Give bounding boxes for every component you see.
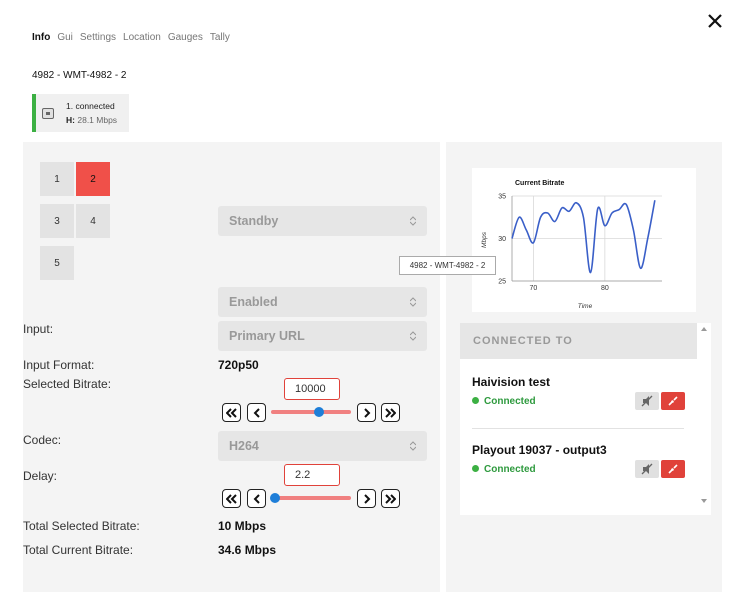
tab-gauges[interactable]: Gauges — [168, 32, 203, 43]
tab-gui[interactable]: Gui — [57, 32, 73, 43]
disconnect-icon — [668, 396, 678, 406]
output-name: Playout 19037 - output3 — [472, 443, 607, 457]
chart-y-tick-label: 25 — [498, 279, 506, 286]
double-chevron-left-icon — [226, 407, 237, 418]
mute-output-button[interactable] — [635, 392, 659, 410]
total-current-bitrate-label: Total Current Bitrate: — [23, 543, 134, 557]
chart-x-tick-label: 80 — [601, 285, 609, 292]
total-selected-bitrate-label: Total Selected Bitrate: — [23, 519, 140, 533]
codec-select[interactable]: H264 — [218, 431, 427, 461]
chevron-right-icon — [363, 407, 370, 418]
close-button[interactable] — [704, 10, 726, 32]
bitrate-chart: Current Bitrate Mbps Time 25 30 35 70 80 — [472, 168, 696, 312]
status-dot-icon — [472, 465, 479, 472]
chart-x-tick-label: 70 — [530, 285, 538, 292]
tab-bar: Info Gui Settings Location Gauges Tally — [32, 32, 230, 43]
input-format-label: Input Format: — [23, 358, 95, 372]
delay-increase-button[interactable] — [357, 489, 376, 508]
codec-label: Codec: — [23, 433, 62, 447]
channel-button-4[interactable]: 4 — [76, 204, 110, 238]
connected-to-header: CONNECTED TO — [460, 323, 697, 359]
codec-select-value: H264 — [229, 439, 259, 453]
double-chevron-right-icon — [385, 493, 396, 504]
input-select-value: Primary URL — [229, 329, 305, 343]
output-status: Connected — [472, 396, 536, 407]
bitrate-decrease-button[interactable] — [247, 403, 266, 422]
delay-slider-thumb[interactable] — [270, 493, 280, 503]
select-arrows-icon — [410, 331, 416, 341]
bitrate-prefix: H: — [66, 115, 75, 125]
device-title: 4982 - WMT-4982 - 2 — [32, 70, 127, 81]
disconnect-output-button[interactable] — [661, 460, 685, 478]
mute-output-button[interactable] — [635, 460, 659, 478]
output-name: Haivision test — [472, 375, 551, 389]
connected-to-scrollbar[interactable] — [697, 323, 711, 515]
chart-title: Current Bitrate — [515, 180, 565, 187]
select-arrows-icon — [410, 441, 416, 451]
bitrate-fast-increase-button[interactable] — [381, 403, 400, 422]
bitrate-slider-track[interactable] — [271, 410, 351, 414]
bitrate-slider-thumb[interactable] — [314, 407, 324, 417]
device-tooltip: 4982 - WMT-4982 - 2 — [399, 256, 496, 275]
connection-name: 1. connected — [66, 101, 115, 111]
total-current-bitrate-value: 34.6 Mbps — [218, 543, 277, 557]
select-arrows-icon — [410, 297, 416, 307]
close-icon — [708, 14, 722, 28]
chart-y-tick-label: 35 — [498, 194, 506, 201]
tab-tally[interactable]: Tally — [210, 32, 230, 43]
output-status-text: Connected — [484, 464, 536, 475]
tab-location[interactable]: Location — [123, 32, 161, 43]
channel-button-2[interactable]: 2 — [76, 162, 110, 196]
connection-bitrate: H: 28.1 Mbps — [66, 115, 117, 125]
delay-fast-decrease-button[interactable] — [222, 489, 241, 508]
chart-y-tick-label: 30 — [498, 236, 506, 243]
channel-button-5[interactable]: 5 — [40, 246, 74, 280]
input-label: Input: — [23, 322, 54, 336]
enabled-select-value: Enabled — [229, 295, 278, 309]
chevron-right-icon — [363, 493, 370, 504]
select-arrows-icon — [410, 216, 416, 226]
bitrate-input[interactable]: 10000 — [284, 378, 340, 400]
channel-button-1[interactable]: 1 — [40, 162, 74, 196]
delay-label: Delay: — [23, 469, 58, 483]
disconnect-output-button[interactable] — [661, 392, 685, 410]
tab-info[interactable]: Info — [32, 32, 50, 43]
bitrate-value: 28.1 Mbps — [77, 115, 118, 125]
selected-bitrate-label: Selected Bitrate: — [23, 377, 112, 391]
device-icon — [42, 108, 54, 119]
delay-fast-increase-button[interactable] — [381, 489, 400, 508]
input-format-value: 720p50 — [218, 358, 259, 372]
delay-decrease-button[interactable] — [247, 489, 266, 508]
chevron-left-icon — [253, 407, 260, 418]
mute-icon — [641, 395, 653, 407]
scroll-down-icon[interactable] — [701, 499, 707, 503]
delay-slider-track[interactable] — [271, 496, 351, 500]
chart-x-axis-label: Time — [578, 303, 593, 310]
channel-button-3[interactable]: 3 — [40, 204, 74, 238]
delay-input[interactable]: 2.2 — [284, 464, 340, 486]
double-chevron-left-icon — [226, 493, 237, 504]
tab-settings[interactable]: Settings — [80, 32, 116, 43]
connection-card[interactable]: 1. connected H: 28.1 Mbps — [32, 94, 129, 132]
status-dot-icon — [472, 397, 479, 404]
bitrate-chart-svg: Current Bitrate Mbps Time 25 30 35 70 80 — [481, 180, 662, 310]
chart-y-axis-label: Mbps — [481, 231, 488, 248]
output-status-text: Connected — [484, 396, 536, 407]
total-selected-bitrate-value: 10 Mbps — [218, 519, 267, 533]
output-status: Connected — [472, 464, 536, 475]
mode-select[interactable]: Standby — [218, 206, 427, 236]
scroll-up-icon[interactable] — [701, 327, 707, 331]
bitrate-increase-button[interactable] — [357, 403, 376, 422]
input-select[interactable]: Primary URL — [218, 321, 427, 351]
mode-select-value: Standby — [229, 214, 279, 228]
mute-icon — [641, 463, 653, 475]
enabled-select[interactable]: Enabled — [218, 287, 427, 317]
disconnect-icon — [668, 464, 678, 474]
chevron-left-icon — [253, 493, 260, 504]
double-chevron-right-icon — [385, 407, 396, 418]
bitrate-fast-decrease-button[interactable] — [222, 403, 241, 422]
output-divider — [472, 428, 684, 429]
